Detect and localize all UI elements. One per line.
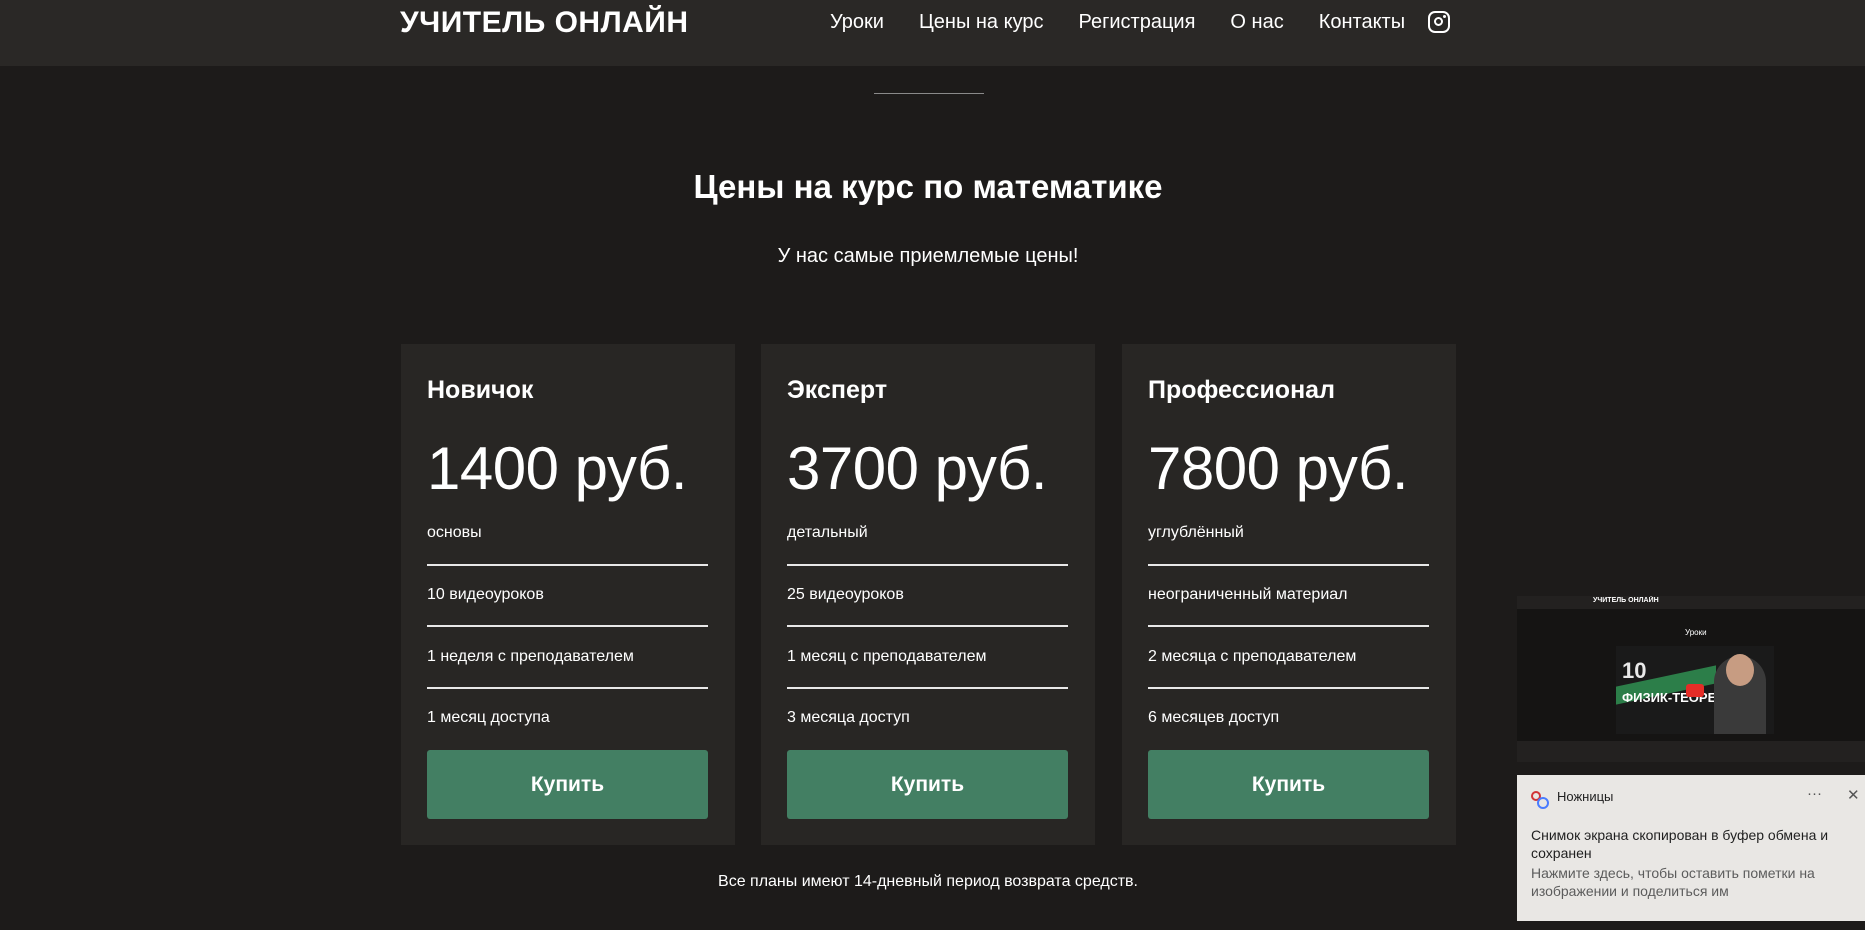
snipping-tool-notification[interactable]: Ножницы ··· ✕ Снимок экрана скопирован в… [1517,775,1865,921]
nav-link-registration[interactable]: Регистрация [1078,11,1195,34]
plan-feature: 1 месяц с преподавателем [787,648,987,665]
preview-footer [1517,741,1865,762]
feature-divider [427,625,708,627]
youtube-play-icon [1686,684,1704,697]
screenshot-preview-thumbnail[interactable]: УЧИТЕЛЬ ОНЛАЙН Уроки 10 ФИЗИК-ТЕОРЕТИК [1517,596,1865,762]
section-title: Цены на курс по математике [693,168,1163,205]
buy-button-expert[interactable]: Купить [787,750,1068,819]
pricing-card-beginner: Новичок 1400 руб. основы 10 видеоуроков … [401,344,735,845]
plan-price: 7800 руб. [1148,435,1409,502]
plan-price: 1400 руб. [427,435,688,502]
plan-feature: 6 месяцев доступ [1148,709,1280,726]
main-nav: Уроки Цены на курс Регистрация О нас Кон… [830,11,1440,34]
plan-feature: углублённый [1148,524,1244,541]
feature-divider [787,625,1068,627]
feature-divider [427,564,708,566]
section-subtitle: У нас самые приемлемые цены! [777,245,1079,267]
top-navigation-bar: УЧИТЕЛЬ ОНЛАЙН Уроки Цены на курс Регист… [0,0,1865,66]
feature-divider [1148,564,1429,566]
preview-title: Уроки [1685,628,1707,637]
preview-header [1517,596,1865,609]
pricing-card-professional: Профессионал 7800 руб. углублённый неогр… [1122,344,1456,845]
feature-divider [1148,687,1429,689]
nav-link-lessons[interactable]: Уроки [830,11,884,34]
preview-video-thumbnail: 10 ФИЗИК-ТЕОРЕТИК [1616,646,1774,734]
plan-name: Эксперт [787,376,888,404]
more-options-icon[interactable]: ··· [1807,785,1822,802]
preview-logo: УЧИТЕЛЬ ОНЛАЙН [1593,597,1659,604]
buy-button-professional[interactable]: Купить [1148,750,1429,819]
buy-button-beginner[interactable]: Купить [427,750,708,819]
plan-feature: 25 видеоуроков [787,586,904,603]
plan-feature: 1 месяц доступа [427,709,550,726]
plan-feature: неограниченный материал [1148,586,1348,603]
plan-name: Новичок [427,376,534,404]
plan-feature: 2 месяца с преподавателем [1148,648,1357,665]
instagram-icon[interactable] [1428,11,1450,33]
plan-feature: 3 месяца доступ [787,709,910,726]
notification-message: Снимок экрана скопирован в буфер обмена … [1531,827,1829,861]
site-logo[interactable]: УЧИТЕЛЬ ОНЛАЙН [400,6,689,40]
plan-name: Профессионал [1148,376,1335,404]
video-number: 10 [1622,658,1647,683]
feature-divider [787,564,1068,566]
plan-feature: основы [427,524,482,541]
feature-divider [427,687,708,689]
notification-app-name: Ножницы [1557,789,1614,804]
section-divider [874,93,984,94]
nav-link-prices[interactable]: Цены на курс [919,11,1044,34]
snipping-tool-icon [1531,791,1549,809]
plan-feature: 1 неделя с преподавателем [427,648,634,665]
video-person-face [1726,654,1754,686]
nav-link-about[interactable]: О нас [1230,11,1283,34]
plan-feature: детальный [787,524,868,541]
feature-divider [1148,625,1429,627]
feature-divider [787,687,1068,689]
pricing-card-expert: Эксперт 3700 руб. детальный 25 видеоурок… [761,344,1095,845]
notification-hint: Нажмите здесь, чтобы оставить пометки на… [1531,865,1815,899]
close-icon[interactable]: ✕ [1847,786,1860,804]
nav-link-contacts[interactable]: Контакты [1319,11,1405,34]
plan-price: 3700 руб. [787,435,1048,502]
plan-feature: 10 видеоуроков [427,586,544,603]
